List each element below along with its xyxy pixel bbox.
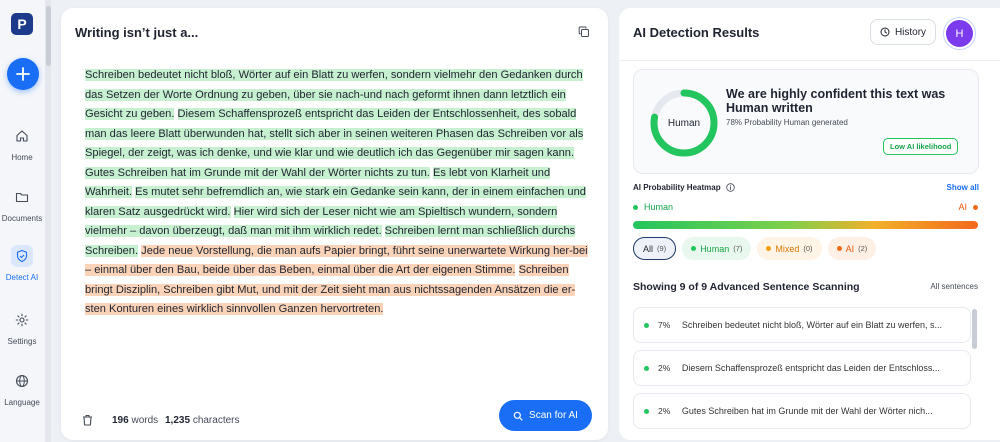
editor-footer: 196 words 1,235 characters Scan for AI: [61, 398, 608, 440]
history-button[interactable]: History: [870, 19, 936, 45]
heatmap-title: AI Probability Heatmap: [633, 183, 735, 192]
character-count-label: characters: [192, 415, 240, 426]
legend-ai-label: AI: [958, 202, 967, 212]
word-count: 196 words: [112, 415, 158, 426]
sentence-item[interactable]: 2% Gutes Schreiben hat im Grunde mit der …: [633, 393, 971, 429]
verdict-probability: 78% Probability Human generated: [726, 118, 848, 127]
filter-label: AI: [845, 243, 855, 254]
sentence-text: Diesem Schaffensprozeß entspricht das Le…: [681, 363, 940, 373]
legend-human: Human: [633, 202, 673, 212]
filter-label: Human: [700, 243, 730, 254]
filter-chips: All (9) Human (7) Mixed (0) AI (2): [633, 237, 877, 260]
filter-count: (9): [657, 244, 667, 253]
history-icon: [880, 27, 890, 37]
editor-text[interactable]: Schreiben bedeutet nicht bloß, Wörter au…: [85, 66, 590, 320]
filter-all[interactable]: All (9): [633, 237, 677, 260]
sidebar: P Home Documents Detect AI Settings Lang…: [0, 0, 46, 442]
ai-dot: [836, 246, 842, 251]
legend-ai: AI: [958, 202, 978, 212]
sidebar-item-language[interactable]: Language: [0, 370, 44, 407]
ai-dot: [973, 204, 978, 210]
sentence-percent: 7%: [657, 320, 671, 330]
folder-icon: [11, 186, 33, 208]
results-scrollbar[interactable]: [972, 309, 977, 349]
trash-icon[interactable]: [82, 413, 93, 431]
legend-human-label: Human: [644, 202, 674, 212]
home-icon: [11, 125, 33, 147]
sentence-item[interactable]: 2% Diesem Schaffensprozeß entspricht das …: [633, 350, 971, 386]
sidebar-item-label: Language: [4, 398, 40, 407]
sidebar-item-label: Detect AI: [5, 273, 39, 282]
sidebar-scrollbar[interactable]: [46, 0, 51, 442]
results-title: AI Detection Results: [633, 25, 760, 40]
history-label: History: [894, 26, 927, 38]
filter-label: Mixed: [775, 243, 800, 254]
sidebar-item-settings[interactable]: Settings: [0, 309, 44, 346]
plus-icon: [16, 67, 30, 81]
verdict-card: Human We are highly confident this text …: [633, 69, 979, 174]
scan-for-ai-button[interactable]: Scan for AI: [499, 400, 592, 431]
shield-icon: [11, 245, 33, 267]
filter-label: All: [643, 243, 654, 254]
copy-icon[interactable]: [578, 25, 592, 39]
word-count-label: words: [131, 415, 159, 426]
likelihood-badge: Low AI likelihood: [883, 138, 959, 155]
new-document-button[interactable]: [7, 58, 39, 90]
sidebar-item-label: Documents: [1, 214, 43, 223]
filter-mixed[interactable]: Mixed (0): [757, 237, 822, 260]
sentence-text: Schreiben bedeutet nicht bloß, Wörter au…: [681, 320, 943, 330]
sidebar-item-label: Home: [11, 153, 33, 162]
character-count: 1,235 characters: [165, 415, 240, 426]
filter-ai[interactable]: AI (2): [827, 237, 877, 260]
gear-icon: [11, 309, 33, 331]
filter-count: (0): [803, 244, 813, 253]
all-sentences-dropdown[interactable]: All sentences: [930, 282, 978, 291]
verdict-headline: We are highly confident this text was Hu…: [726, 87, 946, 115]
sentence-list: 7% Schreiben bedeutet nicht bloß, Wörter …: [633, 307, 971, 436]
show-all-link[interactable]: Show all: [947, 183, 979, 192]
sidebar-item-detect-ai[interactable]: Detect AI: [0, 245, 44, 282]
mixed-dot: [766, 246, 772, 251]
text-segment-mixed: Jede neue Vorstellung, die man aufs Papi…: [85, 244, 588, 276]
results-panel: AI Detection Results History H Human We …: [619, 8, 1000, 440]
globe-icon: [11, 370, 33, 392]
filter-count: (2): [858, 244, 868, 253]
sentence-scan-title: Showing 9 of 9 Advanced Sentence Scannin…: [633, 281, 860, 293]
word-count-value: 196: [112, 415, 129, 426]
app-logo[interactable]: P: [11, 13, 33, 35]
heatmap-title-text: AI Probability Heatmap: [633, 183, 721, 192]
search-icon: [513, 411, 523, 421]
character-count-value: 1,235: [165, 415, 191, 426]
avatar[interactable]: H: [946, 20, 973, 47]
document-title: Writing isn’t just a...: [75, 25, 199, 40]
human-dot: [644, 408, 649, 414]
human-dot: [644, 322, 649, 328]
probability-heatmap-bar: [633, 221, 978, 229]
human-dot: [633, 204, 638, 210]
filter-count: (7): [733, 244, 743, 253]
human-dot: [691, 246, 697, 251]
sentence-percent: 2%: [657, 363, 671, 373]
human-dot: [644, 365, 649, 371]
scan-button-label: Scan for AI: [529, 410, 578, 421]
filter-human[interactable]: Human (7): [682, 237, 752, 260]
sentence-text: Gutes Schreiben hat im Grunde mit der Wa…: [681, 406, 933, 416]
sidebar-item-label: Settings: [7, 337, 37, 346]
sidebar-item-documents[interactable]: Documents: [0, 186, 44, 223]
sentence-item[interactable]: 7% Schreiben bedeutet nicht bloß, Wörter …: [633, 307, 971, 343]
text-segment-human: Gutes Schreiben hat im Grunde mit der Wa…: [85, 166, 430, 179]
sentence-percent: 2%: [657, 406, 671, 416]
editor-panel: Writing isn’t just a... Schreiben bedeut…: [61, 8, 608, 440]
scrollbar-thumb[interactable]: [46, 6, 51, 66]
sidebar-item-home[interactable]: Home: [0, 125, 44, 162]
donut-label: Human: [667, 117, 701, 129]
info-icon[interactable]: [725, 183, 735, 192]
divider: [619, 60, 1000, 61]
